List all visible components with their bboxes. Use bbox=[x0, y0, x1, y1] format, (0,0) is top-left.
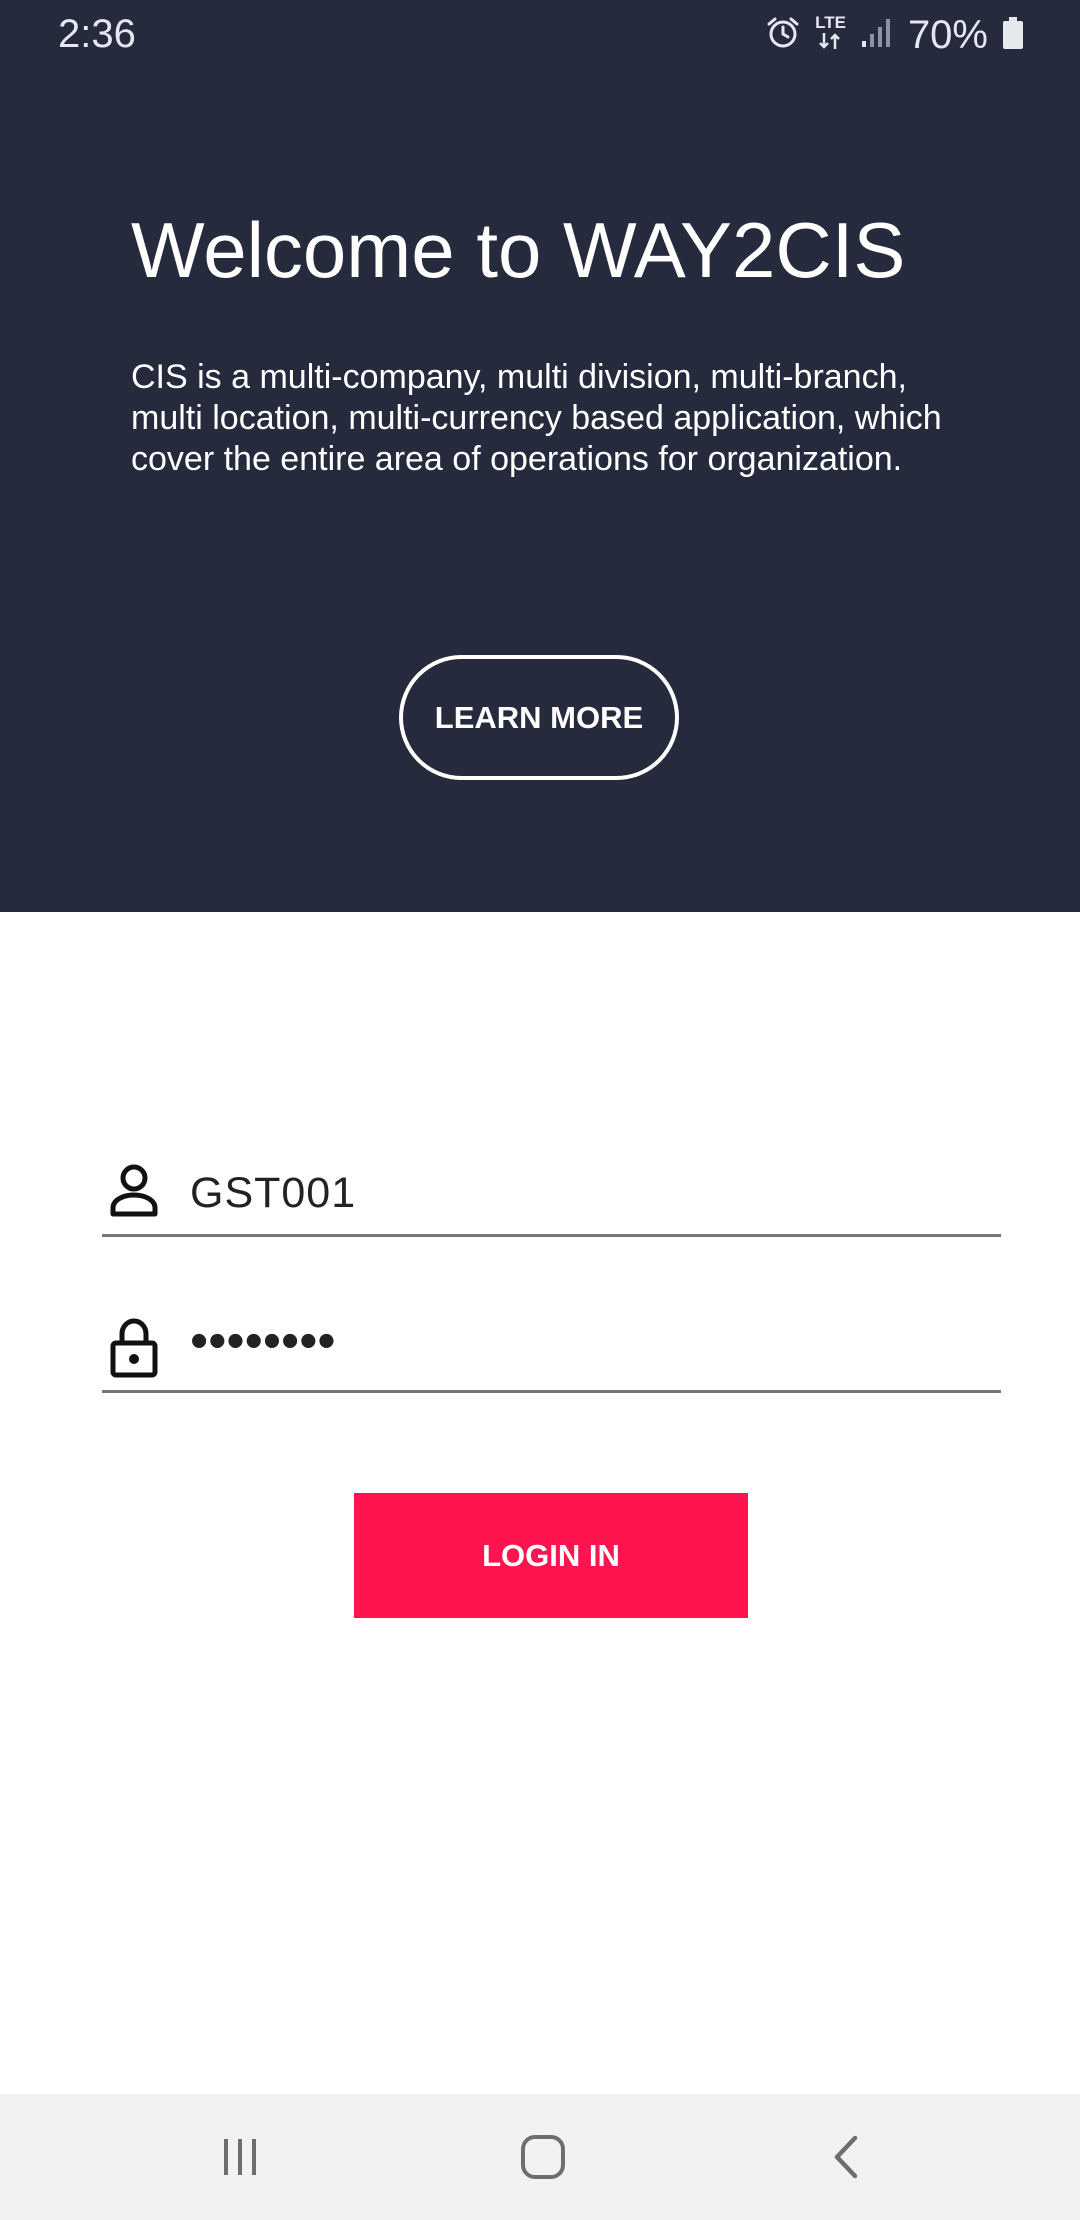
username-input[interactable]: GST001 bbox=[190, 1169, 356, 1218]
username-field[interactable]: GST001 bbox=[102, 1147, 1001, 1237]
recent-apps-icon[interactable] bbox=[200, 2124, 280, 2190]
back-icon[interactable] bbox=[806, 2124, 886, 2190]
navigation-bar bbox=[0, 2094, 1080, 2220]
home-icon[interactable] bbox=[503, 2124, 583, 2190]
person-icon bbox=[108, 1162, 160, 1220]
login-button[interactable]: LOGIN IN bbox=[354, 1493, 748, 1618]
welcome-description: CIS is a multi-company, multi division, … bbox=[131, 358, 942, 478]
password-field[interactable]: •••••••• bbox=[102, 1303, 1001, 1393]
battery-icon bbox=[1002, 16, 1024, 55]
lock-icon bbox=[108, 1318, 160, 1378]
signal-icon bbox=[860, 17, 894, 54]
learn-more-button[interactable]: LEARN MORE bbox=[399, 655, 679, 780]
welcome-title: Welcome to WAY2CIS bbox=[131, 206, 906, 294]
lte-label: LTE bbox=[815, 13, 846, 32]
alarm-icon bbox=[765, 15, 801, 56]
status-icons: LTE 70% bbox=[765, 10, 1024, 60]
lte-icon: LTE bbox=[815, 14, 846, 56]
status-bar: 2:36 LTE 70% bbox=[0, 0, 1080, 70]
status-time: 2:36 bbox=[58, 12, 136, 56]
hero-section: 2:36 LTE 70% Welcome to WAY2CIS CIS is a… bbox=[0, 0, 1080, 912]
password-input[interactable]: •••••••• bbox=[190, 1311, 336, 1371]
battery-percent: 70% bbox=[907, 12, 988, 57]
